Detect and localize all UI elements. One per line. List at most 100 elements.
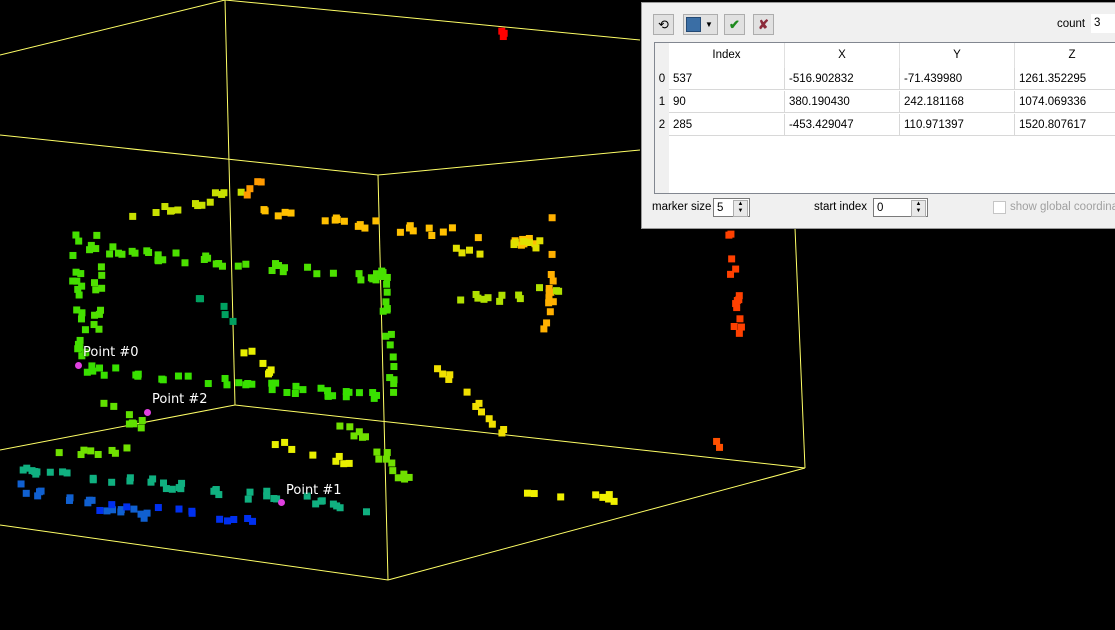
cloud-point xyxy=(336,504,344,512)
cloud-point xyxy=(332,214,340,222)
table-cell-z[interactable]: 1520.807617 xyxy=(1015,114,1115,136)
picked-point-marker-2 xyxy=(144,409,151,416)
marker-size-spinbox[interactable]: 5 ▲ ▼ xyxy=(713,198,750,217)
cloud-point xyxy=(91,311,99,319)
cloud-point xyxy=(204,254,212,262)
cloud-point xyxy=(234,262,242,270)
row-number[interactable]: 0 xyxy=(655,68,669,90)
cloud-point xyxy=(224,517,232,525)
spin-arrows-icon[interactable]: ▲ ▼ xyxy=(733,200,748,217)
point-list-panel: ⟲ ▼ ✔ ✘ count 3 Index X Y Z 0 537 -516.902… xyxy=(641,2,1115,229)
cloud-point xyxy=(69,251,77,259)
cloud-point xyxy=(94,450,102,458)
cloud-point xyxy=(540,325,548,333)
cloud-point xyxy=(383,288,391,296)
picked-point-marker-0 xyxy=(75,362,82,369)
cloud-point xyxy=(197,295,205,303)
cloud-point xyxy=(221,311,229,319)
row-number[interactable]: 2 xyxy=(655,114,669,136)
cloud-point xyxy=(396,228,404,236)
cloud-point xyxy=(287,209,295,217)
cloud-point xyxy=(549,298,557,306)
table-cell-index[interactable]: 285 xyxy=(669,114,785,136)
column-header-y[interactable]: Y xyxy=(900,43,1015,68)
cloud-point xyxy=(235,379,243,387)
cloud-point xyxy=(174,372,182,380)
start-index-spinbox[interactable]: 0 ▲ ▼ xyxy=(873,198,928,217)
cloud-point xyxy=(548,214,556,222)
cloud-point xyxy=(735,329,743,337)
bbox-edge xyxy=(387,467,806,581)
table-cell-y[interactable]: 110.971397 xyxy=(900,114,1015,136)
table-cell-x[interactable]: -516.902832 xyxy=(785,68,900,90)
cloud-point xyxy=(248,380,256,388)
cloud-point xyxy=(96,506,104,514)
cloud-point xyxy=(19,466,27,474)
marker-size-label: marker size xyxy=(652,201,712,213)
cloud-point xyxy=(610,497,618,505)
table-cell-z[interactable]: 1261.352295 xyxy=(1015,68,1115,90)
table-cell-y[interactable]: 242.181168 xyxy=(900,91,1015,113)
cloud-point xyxy=(97,263,105,271)
cloud-point xyxy=(291,390,299,398)
cloud-point xyxy=(332,457,340,465)
cloud-point xyxy=(373,391,381,399)
cloud-point xyxy=(17,480,25,488)
column-header-index[interactable]: Index xyxy=(669,43,785,68)
point-cloud xyxy=(17,27,745,525)
cloud-point xyxy=(735,292,743,300)
remove-last-button[interactable]: ⟲ xyxy=(653,14,674,35)
cloud-point xyxy=(91,279,99,287)
cloud-point xyxy=(383,306,391,314)
cloud-point xyxy=(383,449,391,457)
bbox-edge xyxy=(224,0,641,41)
column-header-x[interactable]: X xyxy=(785,43,900,68)
spin-arrows-icon[interactable]: ▲ ▼ xyxy=(911,200,926,217)
show-global-checkbox[interactable] xyxy=(993,201,1006,214)
cloud-point xyxy=(271,441,279,449)
cloud-point xyxy=(77,315,85,323)
cloud-point xyxy=(532,244,540,252)
close-icon: ✘ xyxy=(758,16,769,32)
table-cell-z[interactable]: 1074.069336 xyxy=(1015,91,1115,113)
cloud-point xyxy=(130,420,138,428)
cloud-point xyxy=(428,232,436,240)
table-cell-index[interactable]: 90 xyxy=(669,91,785,113)
cloud-point xyxy=(65,496,73,504)
cloud-point xyxy=(375,455,383,463)
validate-button[interactable]: ✔ xyxy=(724,14,745,35)
cloud-point xyxy=(543,319,551,327)
cloud-point xyxy=(159,376,167,384)
cloud-point xyxy=(154,504,162,512)
cloud-point xyxy=(98,284,106,292)
points-table[interactable]: Index X Y Z 0 537 -516.902832 -71.439980 126… xyxy=(654,42,1115,194)
cloud-point xyxy=(114,249,122,257)
cloud-point xyxy=(123,503,131,511)
bbox-edge xyxy=(224,0,236,406)
cloud-point xyxy=(357,276,365,284)
cloud-point xyxy=(204,380,212,388)
chevron-down-icon[interactable]: ▼ xyxy=(705,20,713,29)
cancel-button[interactable]: ✘ xyxy=(753,14,774,35)
table-cell-index[interactable]: 537 xyxy=(669,68,785,90)
cloud-point xyxy=(355,389,363,397)
table-cell-y[interactable]: -71.439980 xyxy=(900,68,1015,90)
cloud-point xyxy=(511,238,519,246)
cloud-point xyxy=(244,495,252,503)
cloud-point xyxy=(288,445,296,453)
cloud-point xyxy=(246,488,254,496)
cloud-point xyxy=(536,284,544,292)
table-cell-x[interactable]: 380.190430 xyxy=(785,91,900,113)
table-cell-x[interactable]: -453.429047 xyxy=(785,114,900,136)
cloud-point xyxy=(281,438,289,446)
cloud-point xyxy=(223,381,231,389)
save-button[interactable]: ▼ xyxy=(683,14,718,35)
row-number[interactable]: 1 xyxy=(655,91,669,113)
column-header-z[interactable]: Z xyxy=(1015,43,1115,68)
cloud-point xyxy=(108,501,116,509)
cloud-point xyxy=(309,451,317,459)
cloud-point xyxy=(160,479,168,487)
cloud-point xyxy=(388,459,396,467)
cloud-point xyxy=(175,505,183,513)
cloud-point xyxy=(194,202,202,210)
